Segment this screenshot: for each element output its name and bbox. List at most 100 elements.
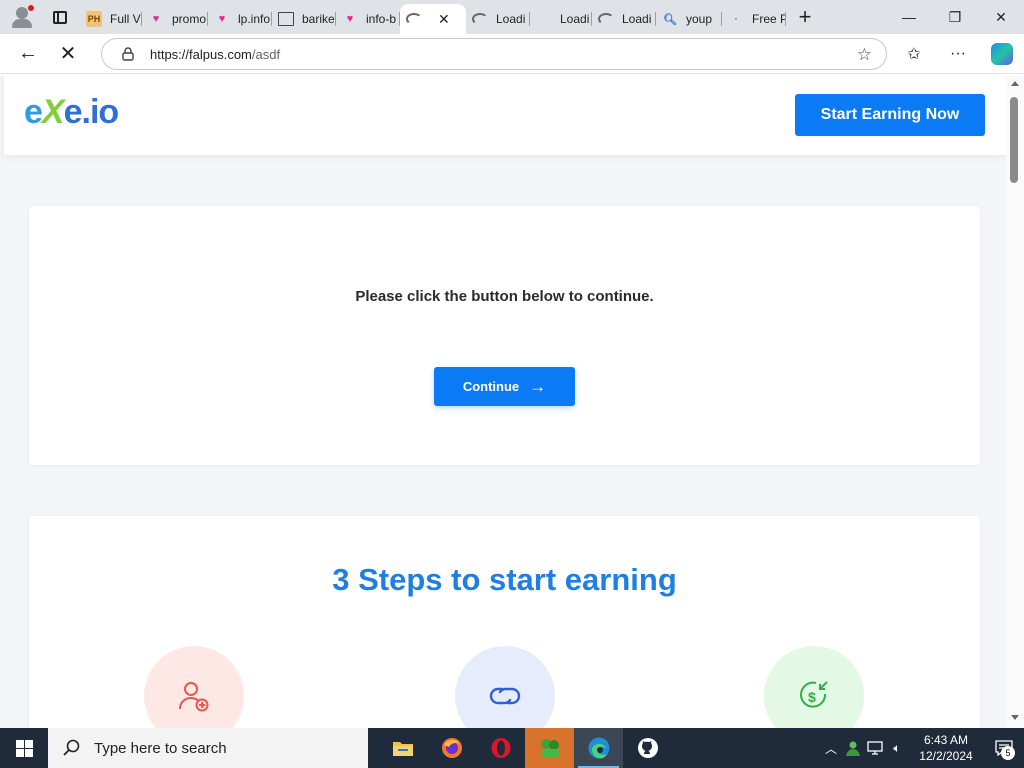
scrollbar-thumb[interactable] <box>1010 97 1018 183</box>
more-menu-icon[interactable]: ··· <box>936 34 980 74</box>
heart-icon: ♥ <box>346 13 354 25</box>
tab-title: promo <box>172 12 207 26</box>
browser-toolbar: ← ✕ https://falpus.com/asdf ☆ ✩ ··· <box>0 34 1024 74</box>
clock-date: 12/2/2024 <box>919 749 973 763</box>
dollar-coin-icon: $ <box>800 681 828 708</box>
start-button[interactable] <box>0 728 48 768</box>
tab-actions-icon <box>53 10 67 24</box>
search-placeholder: Type here to search <box>94 739 227 757</box>
logo-part: e <box>24 93 43 131</box>
heart-icon: ♥ <box>152 13 160 25</box>
stop-loading-button[interactable]: ✕ <box>48 34 88 74</box>
url-path: /asdf <box>251 46 281 62</box>
site-header: eXe.io Start Earning Now <box>4 75 1006 155</box>
tab[interactable]: ♥ lp.info <box>208 4 272 34</box>
windows-logo-icon <box>15 739 33 757</box>
tab[interactable]: barike <box>272 4 336 34</box>
back-button[interactable]: ← <box>8 34 48 74</box>
address-bar[interactable]: https://falpus.com/asdf ☆ <box>101 38 887 70</box>
tab[interactable]: Loadi <box>592 4 656 34</box>
clock[interactable]: 6:43 AM 12/2/2024 <box>908 732 984 764</box>
close-window-button[interactable]: ✕ <box>978 0 1024 34</box>
logo-part: e.io <box>63 93 120 131</box>
copilot-icon[interactable] <box>991 43 1013 65</box>
tab-title: info-b <box>366 12 397 26</box>
tab[interactable]: PH Full V <box>80 4 142 34</box>
show-hidden-icons-icon[interactable]: ︿ <box>820 728 842 768</box>
tab-active[interactable]: ✕ <box>400 4 466 34</box>
opera-icon[interactable] <box>476 728 525 768</box>
tab-title: Loadi <box>622 12 652 26</box>
network-icon[interactable] <box>864 728 886 768</box>
heart-icon: ♥ <box>218 13 226 25</box>
game-app-icon[interactable] <box>525 728 574 768</box>
minimize-button[interactable]: — <box>886 0 932 34</box>
continue-button[interactable]: Continue → <box>434 367 575 406</box>
tab-title: Free P <box>752 12 786 26</box>
taskbar-search[interactable]: Type here to search <box>48 728 368 768</box>
toolbar-right: ✩ ··· <box>892 34 1024 74</box>
edge-icon[interactable] <box>574 728 623 768</box>
start-earning-button[interactable]: Start Earning Now <box>795 94 985 136</box>
volume-icon[interactable]: 🔈︎ <box>886 728 908 768</box>
step-earn-money: $ <box>764 646 864 728</box>
logo-part: X <box>41 93 65 131</box>
new-tab-button[interactable]: + <box>790 2 820 32</box>
tab-strip: PH Full V ♥ promo ♥ lp.info barike ♥ inf… <box>0 0 1024 34</box>
tab[interactable]: ♥ promo <box>142 4 208 34</box>
window-controls: — ❐ ✕ <box>886 0 1024 34</box>
favorite-star-icon[interactable]: ☆ <box>857 45 872 65</box>
restore-button[interactable]: ❐ <box>932 0 978 34</box>
user-tray-icon[interactable] <box>842 728 864 768</box>
github-icon[interactable] <box>623 728 672 768</box>
tab[interactable]: 🔍︎ youp <box>656 4 722 34</box>
scroll-down-icon[interactable] <box>1011 715 1019 720</box>
tab-actions-button[interactable] <box>40 0 80 34</box>
notifications-button[interactable]: 5 <box>984 728 1024 768</box>
tab-title: Loadi <box>496 12 526 26</box>
tab[interactable]: · Free P <box>722 4 786 34</box>
profile-button[interactable] <box>0 0 40 34</box>
loading-icon <box>472 13 488 25</box>
steps-title: 3 Steps to start earning <box>332 562 677 597</box>
arrow-right-icon: → <box>529 376 547 396</box>
continue-label: Continue <box>462 379 520 394</box>
ph-icon: PH <box>86 11 102 27</box>
site-logo[interactable]: eXe.io <box>24 93 120 132</box>
page-scrollbar[interactable] <box>1006 75 1024 728</box>
favorites-icon[interactable]: ✩ <box>892 34 936 74</box>
tab[interactable]: Loadi <box>466 4 530 34</box>
file-explorer-icon[interactable] <box>378 728 427 768</box>
loading-icon <box>536 11 552 27</box>
svg-text:$: $ <box>808 689 816 705</box>
tab[interactable]: ♥ info-b <box>336 4 400 34</box>
tab-title: Loadi <box>560 12 590 26</box>
step-signup <box>144 646 244 728</box>
notification-count: 5 <box>1001 746 1015 760</box>
url-host: https://falpus.com <box>150 46 252 62</box>
close-tab-icon[interactable]: ✕ <box>438 11 450 28</box>
continue-card: Please click the button below to continu… <box>29 206 980 465</box>
taskbar: Type here to search ︿ 🔈︎ 6:43 AM 12/2/20… <box>0 728 1024 768</box>
system-tray: ︿ 🔈︎ 6:43 AM 12/2/2024 5 <box>820 728 1024 768</box>
tab-title: Full V <box>110 12 141 26</box>
document-icon <box>278 12 294 26</box>
clock-time: 6:43 AM <box>923 733 969 747</box>
step-shorten-link <box>455 646 555 728</box>
profile-alert-dot <box>28 5 34 11</box>
add-user-icon <box>179 682 209 712</box>
tab[interactable]: Loadi <box>530 4 592 34</box>
steps-card: 3 Steps to start earning $ <box>29 516 980 728</box>
loading-icon <box>406 13 422 25</box>
tab-title: barike <box>302 12 335 26</box>
scroll-up-icon[interactable] <box>1011 81 1019 86</box>
taskbar-apps <box>378 728 672 768</box>
lock-icon[interactable] <box>120 46 136 62</box>
page-viewport: eXe.io Start Earning Now Please click th… <box>0 75 1006 728</box>
search-icon <box>62 738 82 758</box>
loading-icon <box>598 13 614 25</box>
profile-avatar-head <box>16 7 28 19</box>
url-text[interactable]: https://falpus.com/asdf <box>150 47 280 62</box>
firefox-icon[interactable] <box>427 728 476 768</box>
tab-title: youp <box>686 12 713 26</box>
